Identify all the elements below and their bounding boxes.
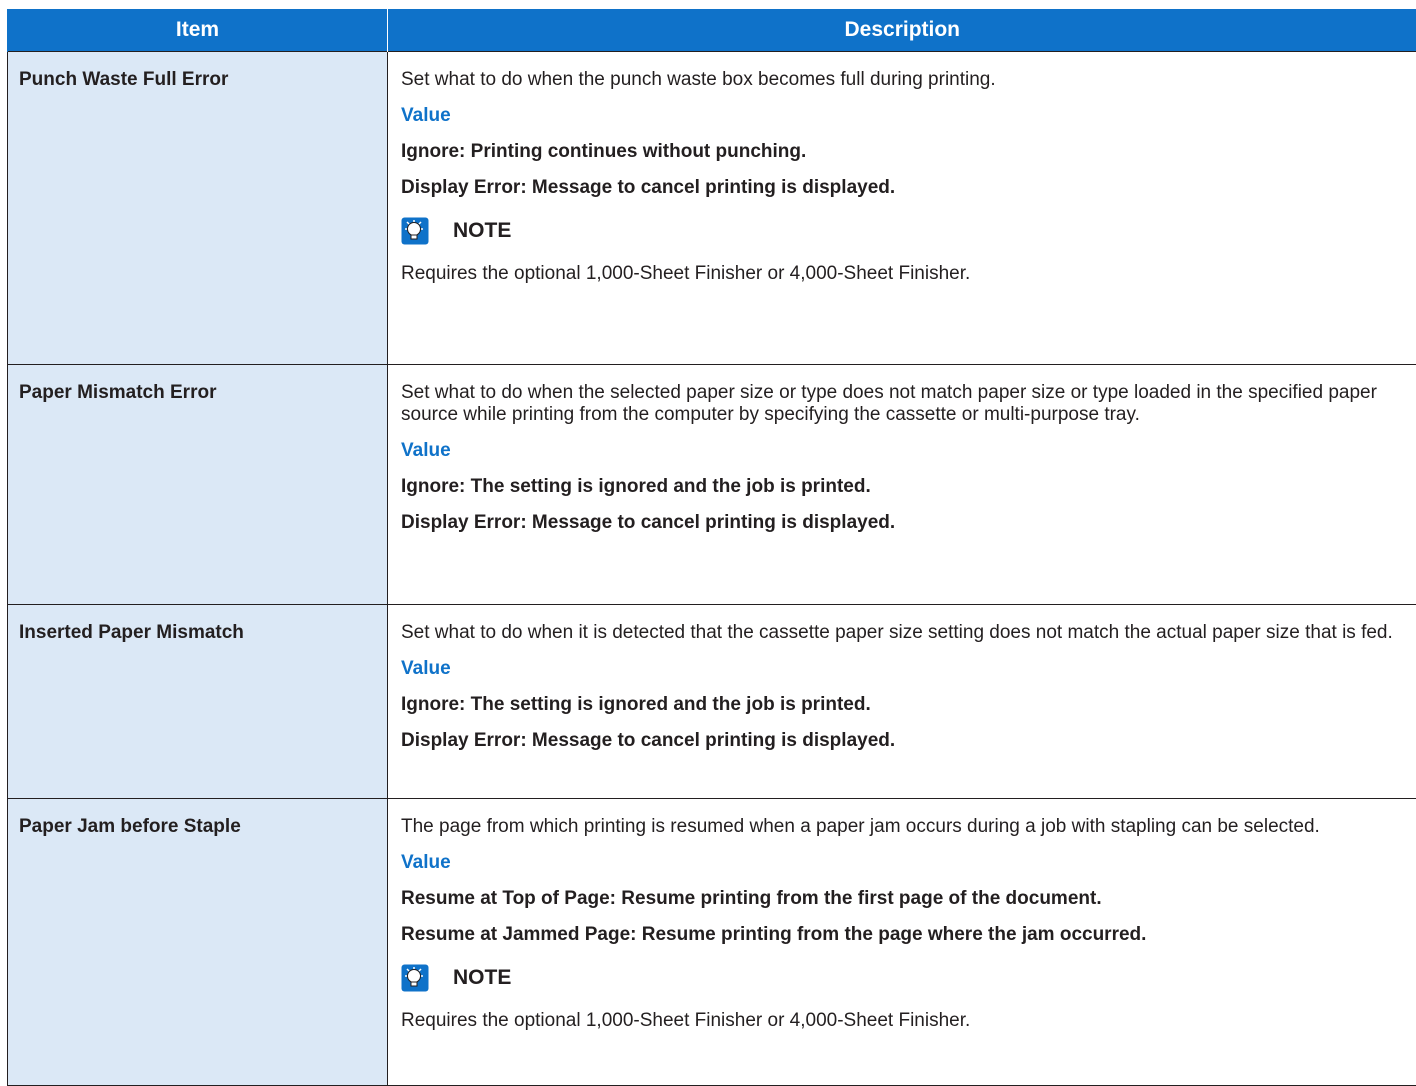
note-heading: NOTE: [401, 964, 1408, 992]
row-item: Paper Mismatch Error: [8, 365, 388, 605]
note-lightbulb-icon: [401, 964, 429, 992]
table-row: Paper Jam before Staple The page from wh…: [8, 799, 1416, 1086]
note-lightbulb-icon: [401, 217, 429, 245]
value-option: Ignore: The setting is ignored and the j…: [401, 476, 1408, 498]
value-label: Value: [401, 440, 1408, 462]
row-item: Inserted Paper Mismatch: [8, 605, 388, 799]
note-text: Requires the optional 1,000-Sheet Finish…: [401, 1010, 1408, 1032]
description-text: Set what to do when the punch waste box …: [401, 69, 1408, 91]
table-row: Paper Mismatch Error Set what to do when…: [8, 365, 1416, 605]
value-label: Value: [401, 852, 1408, 874]
value-label: Value: [401, 658, 1408, 680]
settings-table: Item Description Punch Waste Full Error …: [7, 9, 1416, 1086]
row-item: Paper Jam before Staple: [8, 799, 388, 1086]
note-heading: NOTE: [401, 217, 1408, 245]
row-description-cell: The page from which printing is resumed …: [388, 799, 1416, 1086]
row-description-cell: Set what to do when it is detected that …: [388, 605, 1416, 799]
row-description-cell: Set what to do when the selected paper s…: [388, 365, 1416, 605]
value-option: Display Error: Message to cancel printin…: [401, 730, 1408, 752]
note-label: NOTE: [453, 220, 511, 242]
value-option: Display Error: Message to cancel printin…: [401, 512, 1408, 534]
description-text: Set what to do when it is detected that …: [401, 622, 1408, 644]
row-description-cell: Set what to do when the punch waste box …: [388, 52, 1416, 365]
description-text: The page from which printing is resumed …: [401, 816, 1408, 838]
value-option: Ignore: The setting is ignored and the j…: [401, 694, 1408, 716]
header-description: Description: [388, 9, 1416, 52]
value-option: Resume at Top of Page: Resume printing f…: [401, 888, 1408, 910]
value-label: Value: [401, 105, 1408, 127]
table-row: Punch Waste Full Error Set what to do wh…: [8, 52, 1416, 365]
value-option: Display Error: Message to cancel printin…: [401, 177, 1408, 199]
header-item: Item: [8, 9, 388, 52]
row-item: Punch Waste Full Error: [8, 52, 388, 365]
value-option: Resume at Jammed Page: Resume printing f…: [401, 924, 1408, 946]
value-option: Ignore: Printing continues without punch…: [401, 141, 1408, 163]
table-header-row: Item Description: [8, 9, 1416, 52]
note-text: Requires the optional 1,000-Sheet Finish…: [401, 263, 1408, 285]
note-label: NOTE: [453, 967, 511, 989]
table-row: Inserted Paper Mismatch Set what to do w…: [8, 605, 1416, 799]
description-text: Set what to do when the selected paper s…: [401, 382, 1408, 426]
